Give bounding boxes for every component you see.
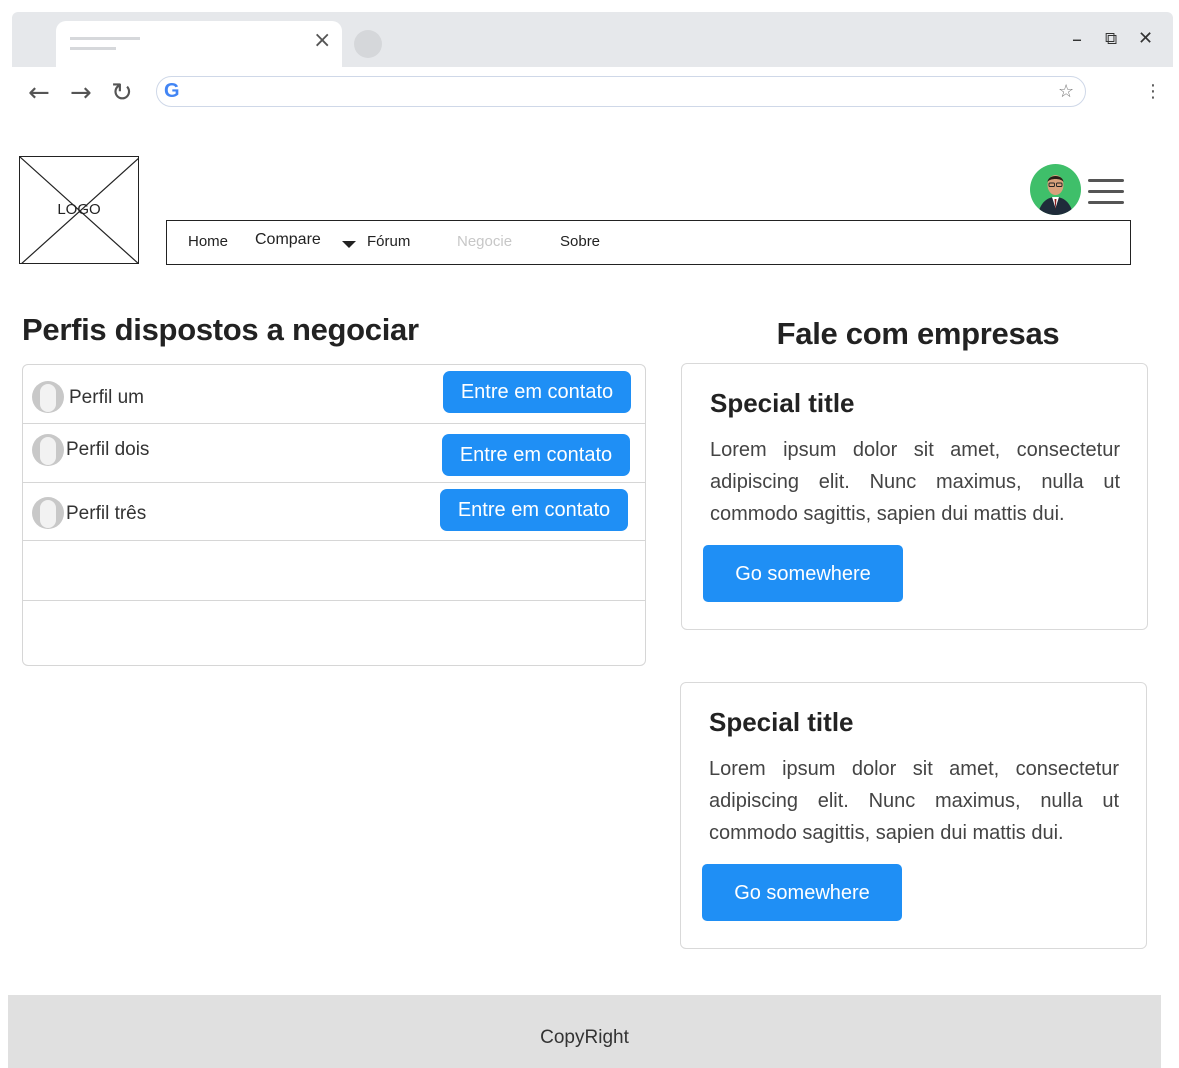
user-photo-icon [1038,175,1073,215]
contact-button[interactable]: Entre em contato [440,489,628,531]
logo-text: LOGO [57,201,101,218]
card-title: Special title [710,388,855,418]
list-item: Perfil três Entre em contato [23,483,645,541]
address-bar[interactable] [156,76,1086,107]
company-card: Special title Lorem ipsum dolor sit amet… [680,682,1147,949]
tab-title-placeholder-2 [70,47,116,50]
list-item: Perfil um Entre em contato [23,365,645,424]
contact-button[interactable]: Entre em contato [443,371,631,413]
companies-heading: Fale com empresas [776,316,1060,351]
nav-item-home[interactable]: Home [188,233,228,250]
bookmark-star-icon[interactable]: ☆ [1058,82,1074,102]
profile-avatar-icon [32,497,64,529]
caret-down-icon[interactable] [342,241,356,248]
minimize-icon[interactable]: – [1072,28,1082,50]
profile-name: Perfil três [66,503,147,524]
tab-title-placeholder [70,37,140,40]
profile-avatar-icon [32,434,64,466]
hamburger-menu-icon[interactable] [1088,178,1124,206]
go-somewhere-button[interactable]: Go somewhere [703,545,903,602]
forward-icon[interactable]: → [70,78,92,108]
contact-button[interactable]: Entre em contato [442,434,630,476]
profile-name: Perfil dois [66,439,150,460]
user-avatar[interactable] [1030,164,1081,215]
reload-icon[interactable]: ↻ [111,78,133,108]
nav-item-sobre[interactable]: Sobre [560,233,600,250]
copyright-text: CopyRight [540,1027,629,1048]
main-navbar: Home Compare Fórum Negocie Sobre [166,220,1131,265]
nav-item-negocie: Negocie [457,233,513,250]
list-item: Perfil dois Entre em contato [23,424,645,483]
card-text: Lorem ipsum dolor sit amet, consectetur … [709,758,1119,844]
new-tab-button[interactable] [354,30,382,58]
restore-icon[interactable]: ⧉ [1105,28,1117,50]
logo[interactable]: LOGO [19,156,139,264]
nav-item-forum[interactable]: Fórum [367,233,410,250]
profile-name: Perfil um [69,387,144,408]
go-somewhere-button[interactable]: Go somewhere [702,864,902,921]
card-title: Special title [709,707,854,737]
footer: CopyRight [8,995,1161,1068]
close-window-icon[interactable]: ✕ [1138,28,1153,50]
list-item-empty [23,541,645,601]
nav-item-compare[interactable]: Compare [255,231,321,249]
tab-close-icon[interactable]: × [313,30,331,52]
company-card: Special title Lorem ipsum dolor sit amet… [681,363,1148,630]
browser-menu-icon[interactable]: ⋮ [1144,82,1162,102]
browser-tab[interactable] [56,21,342,67]
back-icon[interactable]: ← [28,78,50,108]
profile-avatar-icon [32,381,64,413]
profiles-list: Perfil um Entre em contato Perfil dois E… [22,364,646,666]
card-text: Lorem ipsum dolor sit amet, consectetur … [710,439,1120,525]
profiles-heading: Perfis dispostos a negociar [22,312,419,347]
google-icon: G [164,80,180,102]
